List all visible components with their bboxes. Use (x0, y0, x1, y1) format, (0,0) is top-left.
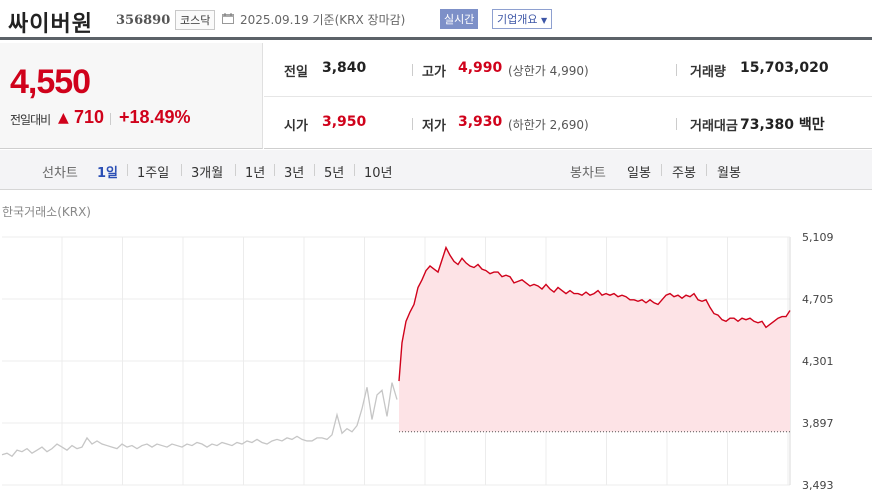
period-3y[interactable]: 3년 (284, 162, 304, 181)
divider (706, 164, 707, 176)
y-axis: 5,109 4,705 4,301 3,897 3,493 (802, 231, 834, 492)
divider (412, 118, 413, 130)
y-tick-label: 4,705 (802, 293, 834, 306)
realtime-button[interactable]: 실시간 (440, 9, 479, 29)
current-price-panel: 4,550 전일대비 ▲ 710 +18.49% (0, 43, 263, 149)
period-1d[interactable]: 1일 (97, 162, 118, 181)
y-tick-label: 3,897 (802, 417, 834, 430)
period-1w[interactable]: 1주일 (137, 162, 169, 181)
high-label: 고가 (422, 65, 446, 80)
open-value: 3,950 (322, 114, 367, 130)
day-series-area (399, 247, 790, 432)
quote-date: 2025.09.19 기준(KRX 장마감) (240, 13, 406, 27)
price-change-percent: +18.49% (119, 107, 191, 127)
change-label: 전일대비 (10, 113, 51, 127)
prev-close-value: 3,840 (322, 60, 367, 76)
divider (412, 64, 413, 76)
current-price: 4,550 (10, 63, 91, 101)
stock-name: 싸이버원 (8, 12, 93, 37)
divider (676, 64, 677, 76)
candle-daily[interactable]: 일봉 (627, 162, 651, 181)
amount-value: 73,380 백만 (740, 117, 825, 133)
candle-chart-label: 봉차트 (570, 166, 606, 181)
open-label: 시가 (284, 119, 308, 134)
upper-limit: (상한가 4,990) (508, 64, 589, 78)
divider (181, 164, 182, 176)
line-chart-label: 선차트 (42, 166, 78, 181)
lower-limit: (하한가 2,690) (508, 118, 589, 132)
period-3m[interactable]: 3개월 (191, 162, 223, 181)
calendar-icon (222, 13, 234, 24)
chart-marks (1, 245, 791, 458)
stock-code: 356890 (116, 13, 171, 28)
low-label: 저가 (422, 119, 446, 134)
amount-label: 거래대금 (690, 119, 738, 134)
chart-source: 한국거래소(KRX) (2, 205, 91, 219)
price-stats: 전일 3,840 고가 4,990 (상한가 4,990) 거래량 15,703… (264, 43, 872, 149)
divider (110, 113, 111, 125)
price-change: 710 (74, 107, 105, 127)
divider (676, 118, 677, 130)
market-badge: 코스닥 (175, 10, 216, 30)
high-value: 4,990 (458, 60, 503, 76)
row-divider (264, 96, 872, 97)
y-tick-label: 3,493 (802, 479, 834, 492)
period-1y[interactable]: 1년 (245, 162, 265, 181)
up-triangle-icon: ▲ (58, 110, 69, 126)
company-overview-label: 기업개요 (497, 13, 538, 26)
candle-monthly[interactable]: 월봉 (717, 162, 741, 181)
divider (274, 164, 275, 176)
volume-label: 거래량 (690, 65, 726, 80)
stock-header: 싸이버원 356890 코스닥 2025.09.19 기준(KRX 장마감) 실… (0, 0, 872, 40)
divider (314, 164, 315, 176)
divider (354, 164, 355, 176)
y-tick-label: 4,301 (802, 355, 834, 368)
chart-period-bar: 선차트 1일 1주일 3개월 1년 3년 5년 10년 봉차트 일봉 주봉 월봉 (0, 150, 872, 190)
chevron-down-icon: ▼ (540, 16, 548, 25)
period-10y[interactable]: 10년 (364, 162, 393, 181)
divider (127, 164, 128, 176)
history-series-line (1, 382, 398, 458)
stock-quote-page: 싸이버원 356890 코스닥 2025.09.19 기준(KRX 장마감) 실… (0, 0, 872, 497)
company-overview-button[interactable]: 기업개요 ▼ (492, 9, 553, 29)
period-5y[interactable]: 5년 (324, 162, 344, 181)
low-value: 3,930 (458, 114, 503, 130)
volume-value: 15,703,020 (740, 60, 829, 76)
candle-weekly[interactable]: 주봉 (672, 162, 696, 181)
intraday-chart: 5,109 4,705 4,301 3,897 3,493 (1, 231, 834, 492)
prev-close-label: 전일 (284, 65, 308, 80)
divider (661, 164, 662, 176)
y-tick-label: 5,109 (802, 231, 834, 244)
divider (235, 164, 236, 176)
